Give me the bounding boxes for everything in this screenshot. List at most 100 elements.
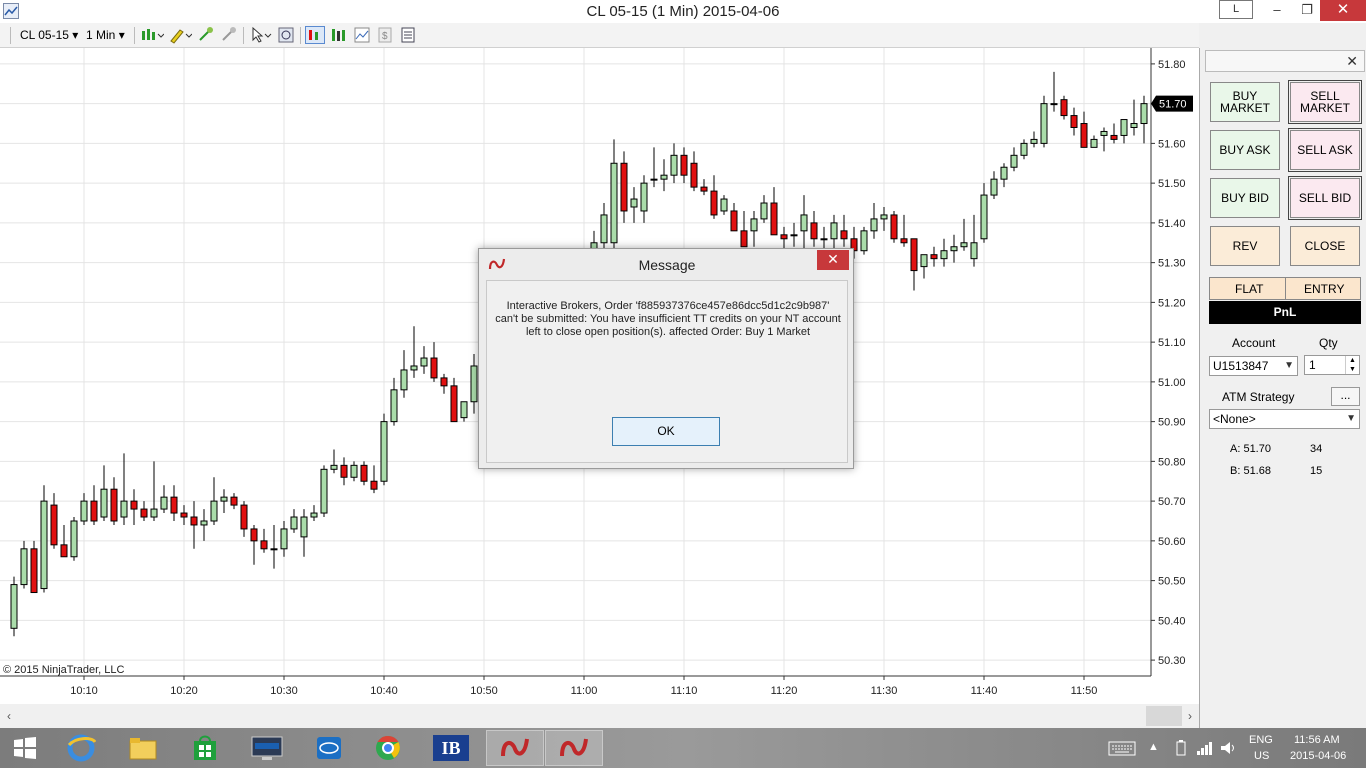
intel-taskbar[interactable] — [300, 730, 358, 766]
candle-up — [380, 421, 388, 482]
candle-up — [1020, 142, 1028, 156]
candle-up — [200, 520, 208, 526]
interval-selector[interactable]: 1 Min ▾ — [86, 27, 125, 44]
store-icon — [194, 735, 216, 760]
candle-up — [40, 500, 48, 590]
quantity-stepper[interactable]: 1 ▲ ▼ — [1304, 355, 1360, 375]
dialog-close-button[interactable]: ✕ — [817, 250, 849, 270]
minimize-button[interactable]: – — [1262, 0, 1292, 21]
zoom-icon[interactable] — [277, 26, 295, 44]
candle-down — [360, 464, 368, 482]
interval-label: 1 Min — [86, 28, 116, 42]
candle-down — [240, 504, 248, 530]
chart-style-icon[interactable] — [353, 26, 371, 44]
scroll-thumb[interactable] — [1146, 706, 1182, 726]
cursor-icon[interactable] — [249, 26, 273, 44]
account-select[interactable]: U1513847 ▼ — [1209, 356, 1298, 376]
ninjatrader-taskbar-1[interactable] — [486, 730, 544, 766]
ninjatrader-icon — [560, 738, 588, 757]
y-tick-label: 51.50 — [1158, 178, 1186, 190]
candle-up — [750, 218, 758, 232]
scroll-left-icon[interactable]: ‹ — [2, 707, 16, 725]
x-tick-label: 10:50 — [470, 685, 498, 697]
candle-up — [350, 464, 358, 478]
x-tick-label: 10:30 — [270, 685, 298, 697]
tray-expand-icon[interactable]: ▲ — [1148, 741, 1159, 753]
volume-icon[interactable] — [1220, 740, 1236, 756]
chart-app-icon[interactable] — [3, 3, 19, 19]
buy-market-button[interactable]: BUY MARKET — [1210, 82, 1280, 122]
candle-up — [330, 464, 338, 470]
candle-down — [840, 230, 848, 240]
candle-up — [320, 468, 328, 514]
candle-up — [270, 548, 278, 551]
network-icon[interactable] — [1196, 740, 1212, 756]
clock-date[interactable]: 2015-04-06 — [1290, 750, 1346, 762]
sell-ask-button[interactable]: SELL ASK — [1288, 128, 1362, 172]
link-l-button[interactable]: L — [1219, 0, 1253, 19]
candle-up — [220, 496, 228, 502]
qty-down-icon[interactable]: ▼ — [1345, 365, 1359, 374]
chevron-down-icon: ▼ — [1284, 360, 1294, 371]
strategy-icon[interactable] — [220, 26, 238, 44]
ninjatrader-taskbar-2[interactable] — [545, 730, 603, 766]
chart-trader-icon[interactable] — [305, 26, 325, 44]
window-title: CL 05-15 (1 Min) 2015-04-06 — [586, 3, 780, 20]
y-tick-label: 50.40 — [1158, 615, 1186, 627]
clock-time[interactable]: 11:56 AM — [1294, 734, 1340, 746]
indicator-icon[interactable] — [197, 26, 215, 44]
candle-up — [210, 500, 218, 522]
drawing-tool-icon[interactable] — [168, 26, 193, 44]
chart-trader-panel: ✕ BUY MARKET SELL MARKET BUY ASK SELL AS… — [1199, 48, 1366, 728]
close-position-button[interactable]: CLOSE — [1290, 226, 1360, 266]
sell-bid-button[interactable]: SELL BID — [1288, 176, 1362, 220]
bid-price: B: 51.68 — [1230, 465, 1271, 477]
internet-explorer-taskbar[interactable] — [52, 730, 110, 766]
candle-up — [1050, 103, 1058, 106]
horizontal-scrollbar[interactable]: ‹ › — [0, 704, 1199, 728]
instrument-selector[interactable]: CL 05-15 ▾ — [20, 27, 78, 44]
chrome-taskbar[interactable] — [359, 730, 417, 766]
close-button[interactable]: ✕ — [1320, 0, 1366, 21]
y-tick-label: 50.50 — [1158, 576, 1186, 588]
ok-button[interactable]: OK — [612, 417, 720, 446]
language-label[interactable]: ENG — [1249, 734, 1273, 746]
candle-up — [970, 242, 978, 260]
candle-up — [100, 488, 108, 518]
lenovo-taskbar[interactable] — [238, 730, 296, 766]
y-tick-label: 51.80 — [1158, 59, 1186, 71]
atm-strategy-select[interactable]: <None> ▼ — [1209, 409, 1360, 429]
panel-close-icon[interactable]: ✕ — [1346, 53, 1358, 70]
maximize-button[interactable]: ❐ — [1292, 0, 1322, 21]
buy-ask-button[interactable]: BUY ASK — [1210, 130, 1280, 170]
data-box-icon[interactable] — [330, 26, 348, 44]
reverse-button[interactable]: REV — [1210, 226, 1280, 266]
sell-market-button[interactable]: SELL MARKET — [1288, 80, 1362, 124]
x-tick-label: 11:50 — [1071, 685, 1098, 697]
candle-up — [1130, 123, 1138, 128]
region-label[interactable]: US — [1254, 750, 1269, 762]
buy-bid-button[interactable]: BUY BID — [1210, 178, 1280, 218]
interactive-brokers-taskbar[interactable]: IB — [422, 730, 480, 766]
candle-down — [620, 162, 628, 212]
qty-up-icon[interactable]: ▲ — [1345, 356, 1359, 365]
candle-up — [860, 230, 868, 252]
y-tick-label: 51.00 — [1158, 377, 1186, 389]
message-dialog: Message ✕ Interactive Brokers, Order 'f8… — [478, 248, 854, 469]
start-button[interactable] — [0, 730, 50, 766]
candle-up — [630, 198, 638, 208]
candle-down — [110, 488, 118, 522]
scroll-right-icon[interactable]: › — [1183, 707, 1197, 725]
bar-type-icon[interactable] — [140, 26, 165, 44]
y-tick-label: 50.70 — [1158, 496, 1186, 508]
candle-down — [1080, 123, 1088, 148]
dollar-icon[interactable]: $ — [376, 26, 394, 44]
y-tick-label: 50.30 — [1158, 655, 1186, 667]
store-taskbar[interactable] — [176, 730, 234, 766]
atm-strategy-button[interactable]: ... — [1331, 387, 1360, 406]
candle-up — [460, 401, 468, 419]
keyboard-icon[interactable] — [1108, 740, 1136, 756]
properties-icon[interactable] — [399, 26, 417, 44]
battery-icon[interactable] — [1176, 740, 1186, 756]
file-explorer-taskbar[interactable] — [114, 730, 172, 766]
